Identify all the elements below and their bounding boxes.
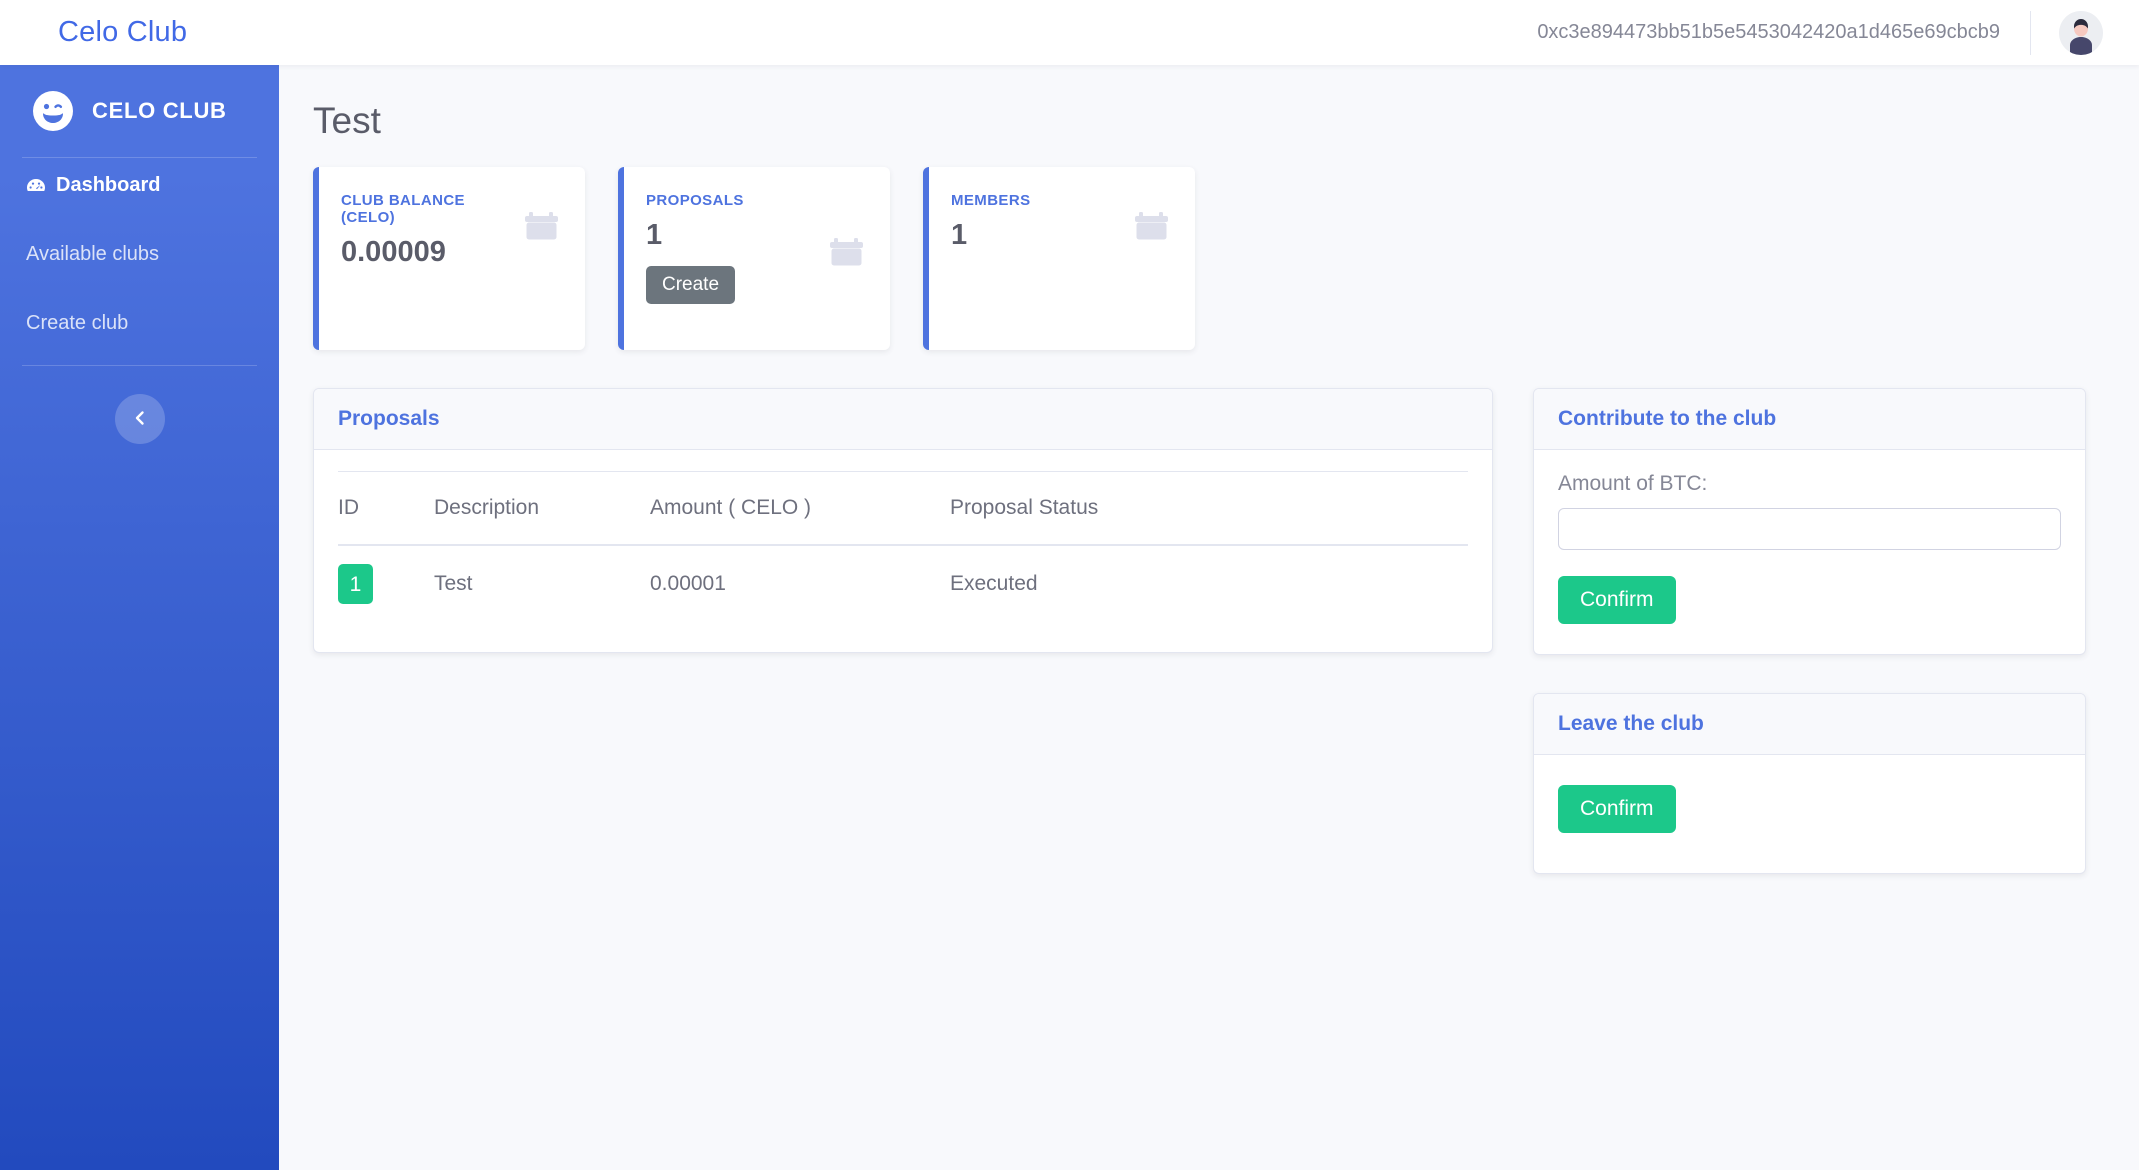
proposals-card-title: Proposals	[338, 407, 440, 431]
cell-description: Test	[434, 572, 473, 596]
sidebar-gap-2	[0, 282, 279, 296]
calendar-icon	[825, 230, 868, 273]
sidebar-item-available-clubs-label: Available clubs	[26, 243, 160, 265]
tachometer-icon	[26, 176, 46, 196]
stat-card-row: CLUB BALANCE (CELO) 0.00009 PROPOSALS 1	[313, 167, 2097, 351]
cell-status: Executed	[950, 572, 1038, 596]
table-row[interactable]: 1 Test 0.00001 Executed	[338, 545, 1468, 622]
proposals-table-head: ID Description Amount ( CELO ) Proposal …	[338, 472, 1468, 547]
calendar-icon	[1130, 204, 1173, 247]
sidebar-gap-1	[0, 213, 279, 227]
proposals-card-header: Proposals	[314, 389, 1492, 451]
avatar[interactable]	[2059, 10, 2103, 55]
stat-card-members: MEMBERS 1	[923, 167, 1195, 351]
content-container: Test CLUB BALANCE (CELO) 0.00009 PROPOSA…	[279, 65, 2139, 912]
table-top-spacer	[338, 450, 1468, 473]
contribute-card-body: Amount of BTC: Confirm	[1534, 450, 2085, 654]
contribute-card-title: Contribute to the club	[1558, 407, 1777, 431]
sidebar-item-available-clubs[interactable]: Available clubs	[0, 227, 279, 282]
create-proposal-button[interactable]: Create	[646, 266, 736, 305]
stat-card-proposals: PROPOSALS 1 Create	[618, 167, 890, 351]
stat-card-value: 1	[951, 219, 968, 252]
stat-card-value: 0.00009	[341, 236, 446, 269]
leave-club-card-body: Confirm	[1534, 755, 2085, 873]
status-badge: 1	[338, 564, 373, 605]
sidebar-item-dashboard-label: Dashboard	[56, 174, 161, 196]
column-header-id[interactable]: ID	[338, 472, 434, 547]
amount-field-label: Amount of BTC:	[1558, 472, 1708, 496]
sidebar-item-dashboard[interactable]: Dashboard	[0, 158, 279, 213]
sidebar-brand-label: CELO CLUB	[92, 98, 227, 123]
cell-amount: 0.00001	[650, 572, 726, 596]
sidebar-toggle-row	[0, 366, 279, 444]
table-header-row: ID Description Amount ( CELO ) Proposal …	[338, 472, 1468, 547]
contribute-card-header: Contribute to the club	[1534, 389, 2085, 451]
amount-input[interactable]	[1558, 508, 2061, 551]
wallet-address: 0xc3e894473bb51b5e5453042420a1d465e69cbc…	[1537, 21, 2000, 43]
sidebar-collapse-button[interactable]	[114, 394, 165, 444]
cell-id: 1	[338, 545, 434, 622]
column-header-status[interactable]: Proposal Status	[950, 472, 1468, 547]
panels-row: Proposals ID Description Amount ( CELO )…	[313, 388, 2097, 912]
contribute-confirm-button[interactable]: Confirm	[1558, 576, 1676, 625]
proposals-table: ID Description Amount ( CELO ) Proposal …	[338, 472, 1468, 622]
user-menu[interactable]	[2031, 10, 2139, 55]
page-title: Test	[313, 100, 381, 141]
stat-card-label: CLUB BALANCE (CELO)	[341, 192, 465, 227]
sidebar-item-create-club-label: Create club	[26, 312, 129, 334]
contribute-card: Contribute to the club Amount of BTC: Co…	[1533, 388, 2086, 656]
sidebar-brand[interactable]: CELO CLUB	[0, 65, 279, 157]
stat-card-club-balance: CLUB BALANCE (CELO) 0.00009	[313, 167, 585, 351]
grin-wink-icon	[32, 90, 74, 132]
leave-club-card-header: Leave the club	[1534, 694, 2085, 756]
stat-card-value: 1	[646, 219, 663, 252]
proposals-table-body: 1 Test 0.00001 Executed	[338, 545, 1468, 622]
top-navbar: Celo Club 0xc3e894473bb51b5e5453042420a1…	[0, 0, 2139, 65]
user-avatar-icon	[2059, 10, 2103, 55]
left-column: Proposals ID Description Amount ( CELO )…	[313, 388, 1493, 691]
stat-card-body: CLUB BALANCE (CELO) 0.00009	[341, 192, 520, 270]
sidebar-item-create-club[interactable]: Create club	[0, 296, 279, 351]
leave-club-confirm-button[interactable]: Confirm	[1558, 785, 1676, 834]
sidebar: CELO CLUB Dashboard Available clubs Crea…	[0, 65, 279, 1170]
stat-card-label: PROPOSALS	[646, 192, 744, 210]
stat-card-body: PROPOSALS 1 Create	[646, 192, 825, 305]
chevron-left-icon	[131, 409, 149, 430]
column-header-description[interactable]: Description	[434, 472, 650, 547]
stat-card-label: MEMBERS	[951, 192, 1031, 210]
stat-card-body: MEMBERS 1	[951, 192, 1130, 253]
leave-club-card-title: Leave the club	[1558, 712, 1704, 736]
leave-club-card: Leave the club Confirm	[1533, 693, 2086, 875]
proposals-card: Proposals ID Description Amount ( CELO )…	[313, 388, 1493, 654]
column-header-amount[interactable]: Amount ( CELO )	[650, 472, 950, 547]
topbar-right-group: 0xc3e894473bb51b5e5453042420a1d465e69cbc…	[1537, 0, 2139, 65]
main-content: Test CLUB BALANCE (CELO) 0.00009 PROPOSA…	[279, 65, 2139, 1170]
app-brand-link[interactable]: Celo Club	[58, 16, 187, 49]
calendar-icon	[520, 204, 563, 247]
right-column: Contribute to the club Amount of BTC: Co…	[1533, 388, 2086, 912]
proposals-card-body: ID Description Amount ( CELO ) Proposal …	[314, 450, 1492, 652]
